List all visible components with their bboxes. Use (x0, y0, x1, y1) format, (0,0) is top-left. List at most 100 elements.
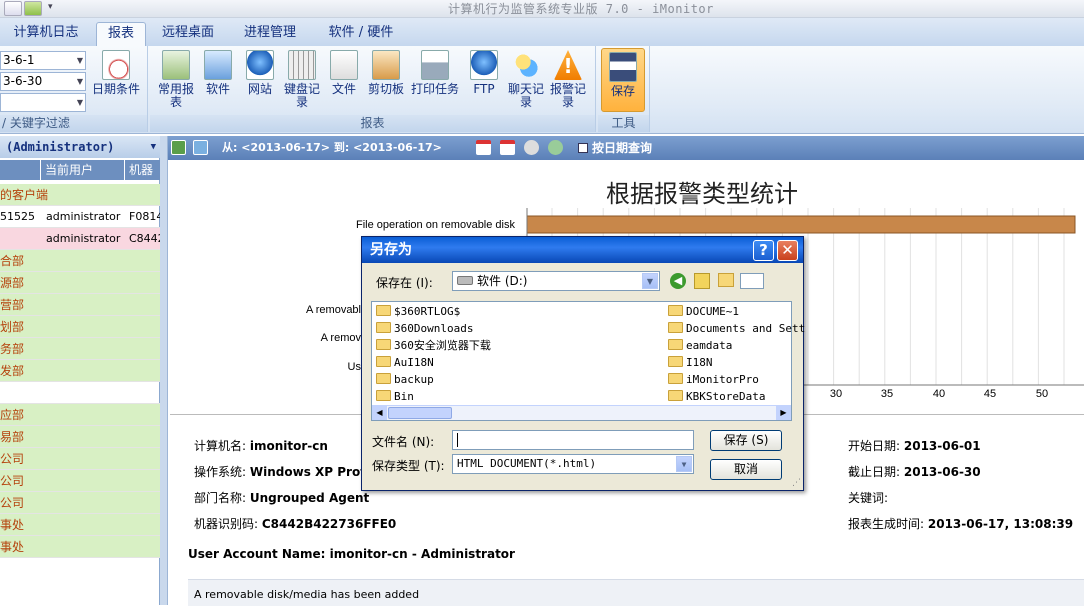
group-row[interactable]: 的客户端 (0, 184, 160, 206)
excel-export-icon[interactable] (171, 140, 186, 155)
group-row[interactable]: 务部 (0, 338, 160, 360)
dept-row: 部门名称: Ungrouped Agent (194, 489, 369, 506)
client-row[interactable]: administrator C8442 (0, 228, 160, 250)
folder-item[interactable]: 360安全浏览器下载 (376, 338, 491, 354)
horizontal-scrollbar[interactable]: ◀ ▶ (372, 405, 791, 420)
folder-item[interactable]: DOCUME~1 (668, 304, 739, 320)
column-current-user[interactable]: 当前用户 (40, 160, 93, 180)
software-button[interactable]: 软件 (198, 50, 238, 96)
dialog-cancel-button[interactable]: 取消 (710, 459, 782, 480)
client-row[interactable] (0, 382, 160, 404)
save-in-combo[interactable]: 软件 (D:) ▼ (452, 271, 660, 291)
group-row[interactable]: 发部 (0, 360, 160, 382)
pane-header[interactable]: (Administrator) ▼ (0, 136, 160, 158)
group-row[interactable]: 公司 (0, 470, 160, 492)
group-row[interactable]: 事处 (0, 514, 160, 536)
folder-icon (376, 356, 391, 367)
folder-item[interactable]: Documents and Sett (668, 321, 805, 337)
folder-icon (668, 322, 683, 333)
report-group-label: 报表 (150, 115, 595, 132)
group-row[interactable]: 易部 (0, 426, 160, 448)
resize-grip-icon[interactable]: ⋰ (792, 478, 801, 488)
qa-dropdown-icon[interactable]: ▾ (48, 2, 53, 12)
scroll-right-icon[interactable]: ▶ (776, 406, 791, 420)
print-task-button[interactable]: 打印任务 (410, 50, 460, 96)
calendar-range-icon[interactable] (500, 140, 515, 155)
folder-item[interactable]: iMonitorPro (668, 372, 759, 388)
clipboard-icon (372, 50, 400, 80)
image-export-icon[interactable] (193, 140, 208, 155)
ftp-icon (470, 50, 498, 80)
close-icon[interactable]: ✕ (777, 240, 798, 261)
help-icon[interactable]: ? (753, 240, 774, 261)
group-row[interactable]: 划部 (0, 316, 160, 338)
save-button[interactable]: 保存 (601, 48, 645, 112)
view-menu-icon[interactable] (740, 273, 764, 289)
common-report-button[interactable]: 常用报表 (156, 50, 196, 109)
ftp-button[interactable]: FTP (464, 50, 504, 96)
folder-item[interactable]: AuI18N (376, 355, 434, 371)
chevron-down-icon[interactable]: ▼ (151, 136, 156, 158)
play-icon[interactable] (524, 140, 539, 155)
group-row[interactable]: 源部 (0, 272, 160, 294)
chevron-down-icon[interactable]: ▼ (642, 273, 658, 289)
by-date-label: 按日期查询 (592, 141, 653, 155)
folder-item[interactable]: eamdata (668, 338, 732, 354)
group-row[interactable]: 公司 (0, 448, 160, 470)
group-row[interactable]: 应部 (0, 404, 160, 426)
save-in-label: 保存在 (I): (376, 276, 433, 290)
tab-computer-log[interactable]: 计算机日志 (4, 22, 88, 46)
client-row[interactable]: 51525 administrator F0814 (0, 206, 160, 228)
row-name: 事处 (0, 540, 25, 554)
date-end-combo[interactable]: 3-6-30 ▼ (0, 72, 86, 91)
folder-item[interactable]: backup (376, 372, 434, 388)
website-button[interactable]: 网站 (240, 50, 280, 96)
splitter[interactable] (160, 136, 168, 605)
folder-item[interactable]: $360RTLOG$ (376, 304, 460, 320)
date-start-combo[interactable]: 3-6-1 ▼ (0, 51, 86, 70)
filetype-label: 保存类型 (T): (372, 459, 445, 473)
chevron-down-icon[interactable]: ▼ (676, 456, 692, 472)
chat-log-label: 聊天记录 (507, 82, 544, 109)
quick-access-icon[interactable] (4, 1, 22, 16)
group-row[interactable]: 合部 (0, 250, 160, 272)
group-row[interactable]: 事处 (0, 536, 160, 558)
file-button[interactable]: 文件 (324, 50, 364, 96)
back-icon[interactable]: ◀ (670, 273, 686, 289)
new-folder-icon[interactable] (718, 273, 734, 287)
keyboard-log-button[interactable]: 键盘记录 (282, 50, 322, 109)
date-condition-button[interactable]: 日期条件 (90, 50, 142, 96)
folder-item[interactable]: Bin (376, 389, 414, 405)
scroll-thumb[interactable] (388, 407, 452, 419)
filename-input[interactable]: ​ (452, 430, 694, 450)
tab-software-hardware[interactable]: 软件 / 硬件 (316, 22, 406, 46)
os-label: 操作系统: (194, 465, 247, 479)
row-name: 51525 (0, 210, 35, 223)
chat-log-button[interactable]: 聊天记录 (506, 50, 546, 109)
printer-icon (421, 50, 449, 80)
dialog-save-button[interactable]: 保存 (S) (710, 430, 782, 451)
folder-item[interactable]: KBKStoreData (668, 389, 765, 405)
group-row[interactable]: 营部 (0, 294, 160, 316)
x-tick-label: 40 (933, 388, 945, 400)
keyword-label: 关键词: (848, 491, 889, 505)
tab-remote-desktop[interactable]: 远程桌面 (152, 22, 224, 46)
save-quick-icon[interactable] (24, 1, 42, 16)
by-date-checkbox[interactable] (578, 143, 588, 153)
filetype-select[interactable]: HTML DOCUMENT(*.html) ▼ (452, 454, 694, 474)
floppy-disk-icon (609, 52, 637, 82)
clipboard-button[interactable]: 剪切板 (366, 50, 406, 96)
scroll-left-icon[interactable]: ◀ (372, 406, 387, 420)
calendar-icon[interactable] (476, 140, 491, 155)
dialog-title-bar[interactable]: 另存为 ? ✕ (362, 237, 803, 263)
keyword-combo[interactable]: ▼ (0, 93, 86, 112)
up-folder-icon[interactable] (694, 273, 710, 289)
folder-item[interactable]: 360Downloads (376, 321, 473, 337)
group-row[interactable]: 公司 (0, 492, 160, 514)
alarm-log-button[interactable]: ! 报警记录 (548, 50, 588, 109)
folder-item[interactable]: I18N (668, 355, 713, 371)
tab-process[interactable]: 进程管理 (234, 22, 306, 46)
refresh-icon[interactable] (548, 140, 563, 155)
end-date-value: 2013-06-30 (903, 465, 981, 479)
tab-report[interactable]: 报表 (96, 22, 146, 46)
